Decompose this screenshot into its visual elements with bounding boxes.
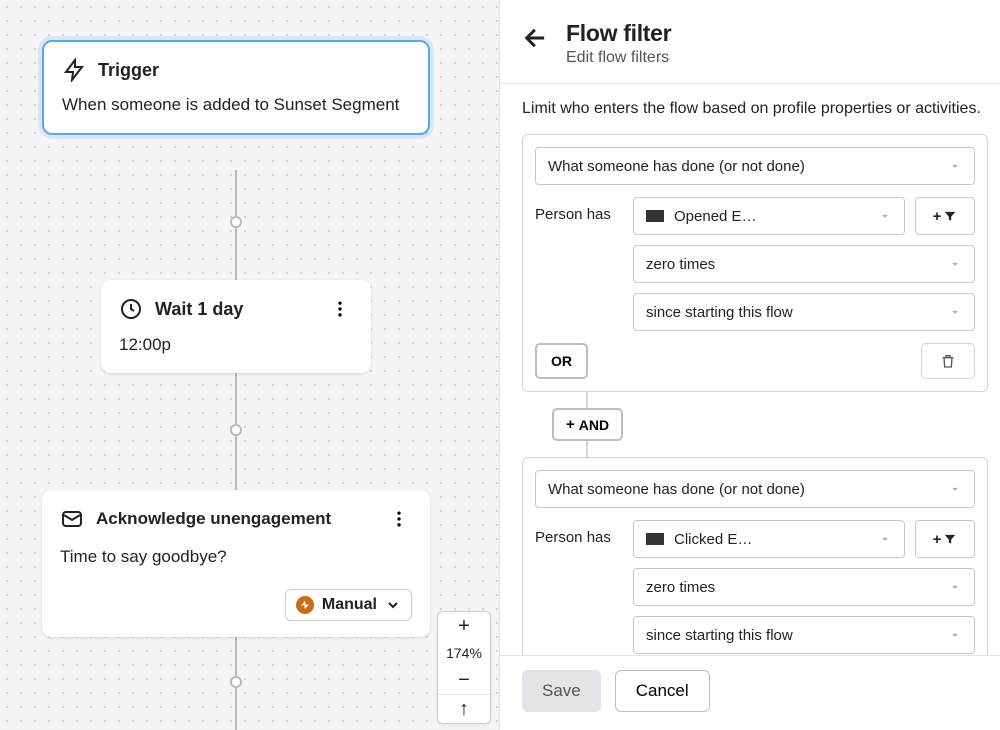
delete-group-button[interactable] xyxy=(921,343,975,379)
count-select[interactable]: zero times xyxy=(633,245,975,283)
action-node[interactable]: Acknowledge unengagement Time to say goo… xyxy=(42,490,430,637)
chevron-down-icon xyxy=(948,257,962,271)
metric-label: Clicked E… xyxy=(674,531,752,548)
count-label: zero times xyxy=(646,256,715,273)
connector-dot xyxy=(230,216,242,228)
or-button[interactable]: OR xyxy=(535,343,588,379)
person-has-label: Person has xyxy=(535,197,621,223)
filter-group-2: What someone has done (or not done) Pers… xyxy=(522,457,988,655)
metric-brand-icon xyxy=(646,533,664,545)
more-vertical-icon xyxy=(389,509,409,529)
zoom-in-button[interactable]: + xyxy=(438,612,490,640)
wait-time: 12:00p xyxy=(119,334,353,357)
filter-type-select[interactable]: What someone has done (or not done) xyxy=(535,470,975,508)
panel-subtitle: Edit flow filters xyxy=(566,49,671,67)
timeframe-select[interactable]: since starting this flow xyxy=(633,293,975,331)
count-select[interactable]: zero times xyxy=(633,568,975,606)
trash-icon xyxy=(940,353,956,369)
panel-title: Flow filter xyxy=(566,20,671,47)
zoom-reset-button[interactable]: ↑ xyxy=(438,694,490,723)
timeframe-label: since starting this flow xyxy=(646,304,793,321)
mail-icon xyxy=(60,507,84,531)
trigger-description: When someone is added to Sunset Segment xyxy=(62,94,410,117)
bolt-icon xyxy=(62,58,86,82)
filter-type-select[interactable]: What someone has done (or not done) xyxy=(535,147,975,185)
wait-title: Wait 1 day xyxy=(155,299,243,320)
action-subject: Time to say goodbye? xyxy=(60,546,412,569)
zoom-out-button[interactable]: − xyxy=(438,666,490,694)
wait-node[interactable]: Wait 1 day 12:00p xyxy=(101,280,371,373)
filter-icon xyxy=(943,532,957,546)
back-button[interactable] xyxy=(522,24,550,52)
metric-brand-icon xyxy=(646,210,664,222)
trigger-node[interactable]: Trigger When someone is added to Sunset … xyxy=(42,40,430,135)
connector-dot xyxy=(230,676,242,688)
person-has-label: Person has xyxy=(535,520,621,546)
flow-canvas[interactable]: Trigger When someone is added to Sunset … xyxy=(0,0,500,730)
panel-description: Limit who enters the flow based on profi… xyxy=(522,100,988,118)
more-vertical-icon xyxy=(330,299,350,319)
action-status-label: Manual xyxy=(322,596,377,614)
action-status-dropdown[interactable]: Manual xyxy=(285,589,412,621)
action-more-button[interactable] xyxy=(386,506,412,532)
chevron-down-icon xyxy=(948,482,962,496)
and-line xyxy=(586,392,588,408)
count-label: zero times xyxy=(646,579,715,596)
timeframe-label: since starting this flow xyxy=(646,627,793,644)
chevron-down-icon xyxy=(385,597,401,613)
and-line xyxy=(586,441,588,457)
action-title: Acknowledge unengagement xyxy=(96,509,331,529)
metric-select[interactable]: Opened E… xyxy=(633,197,905,235)
save-button[interactable]: Save xyxy=(522,670,601,712)
flow-filter-panel: Flow filter Edit flow filters Limit who … xyxy=(500,0,1000,730)
cancel-button[interactable]: Cancel xyxy=(615,670,710,712)
metric-select[interactable]: Clicked E… xyxy=(633,520,905,558)
wait-more-button[interactable] xyxy=(327,296,353,322)
and-button[interactable]: +AND xyxy=(552,408,623,441)
filter-group-1: What someone has done (or not done) Pers… xyxy=(522,134,988,392)
chevron-down-icon xyxy=(948,628,962,642)
clock-icon xyxy=(119,297,143,321)
zoom-level: 174% xyxy=(438,640,490,666)
add-dimension-filter-button[interactable]: + xyxy=(915,197,975,235)
chevron-down-icon xyxy=(948,305,962,319)
chevron-down-icon xyxy=(878,209,892,223)
manual-badge-icon xyxy=(296,596,314,614)
filter-type-label: What someone has done (or not done) xyxy=(548,158,805,175)
chevron-down-icon xyxy=(948,580,962,594)
timeframe-select[interactable]: since starting this flow xyxy=(633,616,975,654)
trigger-title: Trigger xyxy=(98,60,159,81)
chevron-down-icon xyxy=(878,532,892,546)
filter-icon xyxy=(943,209,957,223)
add-dimension-filter-button[interactable]: + xyxy=(915,520,975,558)
connector-dot xyxy=(230,424,242,436)
metric-label: Opened E… xyxy=(674,208,757,225)
chevron-down-icon xyxy=(948,159,962,173)
filter-type-label: What someone has done (or not done) xyxy=(548,481,805,498)
zoom-controls: + 174% − ↑ xyxy=(437,611,491,724)
